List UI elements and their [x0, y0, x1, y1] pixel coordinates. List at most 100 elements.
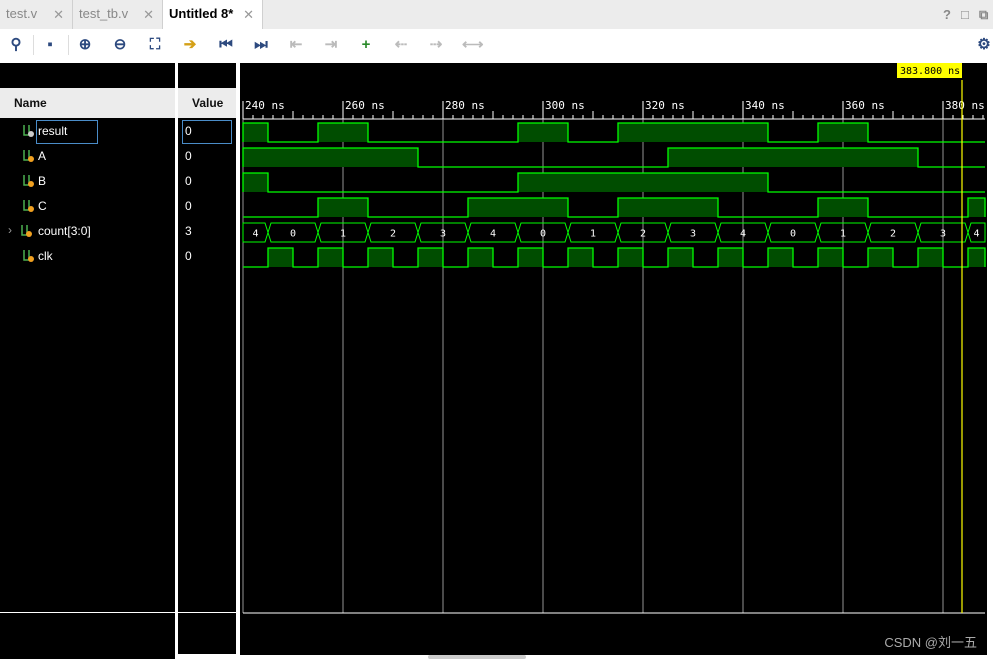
high-pulse	[868, 248, 893, 267]
signal-value: 0	[185, 174, 192, 188]
high-pulse	[243, 123, 268, 142]
ruler-label: 240 ns	[245, 99, 285, 112]
high-pulse	[818, 248, 843, 267]
waveform-count30: 4 0 1 2 3 4 0 1 2 3 4 0 1 2 3 4	[242, 222, 986, 243]
go-to-start-icon[interactable]: ⏮	[217, 36, 235, 54]
bus-signal-icon	[21, 224, 33, 238]
high-pulse	[318, 198, 368, 217]
zoom-in-icon[interactable]: ⊕	[76, 36, 94, 54]
divider	[68, 35, 69, 55]
signal-row-result[interactable]: result 0	[0, 119, 236, 144]
signal-value: 0	[185, 149, 192, 163]
high-pulse	[918, 248, 943, 267]
next-transition-icon[interactable]: ⇥	[322, 36, 340, 54]
ruler-label: 260 ns	[345, 99, 385, 112]
signal-value: 0	[185, 124, 192, 138]
zoom-out-icon[interactable]: ⊖	[111, 36, 129, 54]
signal-row-b[interactable]: B0	[0, 169, 236, 194]
signal-icon	[23, 124, 35, 138]
high-pulse	[243, 173, 268, 192]
waveform-canvas[interactable]: 240 ns 260 ns 280 ns 300 ns 320 ns 340 ns 360 …	[240, 63, 987, 655]
high-pulse	[418, 248, 443, 267]
ruler-label: 340 ns	[745, 99, 785, 112]
ruler-label: 300 ns	[545, 99, 585, 112]
bus-value-label: 4	[252, 229, 258, 240]
high-pulse	[968, 198, 985, 217]
waveform-clk	[243, 247, 986, 268]
ruler-label: 280 ns	[445, 99, 485, 112]
next-marker-icon[interactable]: ⇢	[427, 36, 445, 54]
swap-cursors-icon[interactable]: ⟷	[462, 36, 484, 54]
bus-value-label: 4	[973, 229, 979, 240]
divider	[33, 35, 34, 55]
bus-value-label: 1	[840, 229, 846, 240]
signal-icon	[23, 199, 35, 213]
signal-row-a[interactable]: A0	[0, 144, 236, 169]
signal-row-count30[interactable]: › count[3:0] 3	[0, 219, 236, 244]
close-icon[interactable]: ✕	[53, 7, 64, 23]
signal-row-c[interactable]: C0	[0, 194, 236, 219]
maximize-icon[interactable]: □	[961, 7, 969, 22]
close-icon[interactable]: ✕	[243, 7, 254, 23]
signal-value: 0	[185, 199, 192, 213]
high-pulse	[668, 148, 918, 167]
signal-icon	[23, 149, 35, 163]
bus-value-label: 1	[590, 229, 596, 240]
name-column-header[interactable]: Name	[0, 88, 175, 118]
high-pulse	[468, 248, 493, 267]
go-to-end-icon[interactable]: ⏭	[252, 36, 270, 54]
zoom-fit-icon[interactable]: ⛶	[146, 36, 164, 54]
bus-value-label: 3	[940, 229, 946, 240]
expand-chevron-icon[interactable]: ›	[8, 223, 12, 237]
high-pulse	[268, 248, 293, 267]
save-icon[interactable]: ▪	[41, 36, 59, 54]
value-column-header[interactable]: Value	[178, 88, 236, 118]
tab-label: test_tb.v	[79, 6, 129, 21]
high-pulse	[618, 198, 718, 217]
high-pulse	[768, 248, 793, 267]
horizontal-scrollbar[interactable]	[428, 655, 526, 659]
selection-box	[36, 120, 98, 144]
signal-name: C	[38, 199, 47, 213]
help-icon[interactable]: ?	[943, 7, 951, 22]
previous-transition-icon[interactable]: ⇤	[287, 36, 305, 54]
high-pulse	[518, 248, 543, 267]
tab-untitled-8[interactable]: Untitled 8* ✕	[163, 0, 263, 29]
bus-value-label: 2	[640, 229, 646, 240]
signal-name: clk	[38, 249, 53, 263]
search-icon[interactable]: ⚲	[7, 36, 25, 54]
ruler-label: 380 ns	[945, 99, 985, 112]
high-pulse	[318, 123, 368, 142]
tab-test-v[interactable]: test.v ✕	[0, 0, 73, 29]
signal-row-clk[interactable]: clk 0	[0, 244, 236, 269]
float-icon[interactable]: ⧉	[979, 7, 988, 23]
high-pulse	[318, 248, 343, 267]
waveform-toolbar: ⚲ ▪ ⊕ ⊖ ⛶ ➔ ⏮ ⏭ ⇤ ⇥ + ⇠ ⇢ ⟷ ⚙	[0, 29, 993, 62]
bus-value-label: 3	[440, 229, 446, 240]
previous-marker-icon[interactable]: ⇠	[392, 36, 410, 54]
high-pulse	[818, 123, 868, 142]
signal-icon	[23, 249, 35, 263]
bus-value-label: 3	[690, 229, 696, 240]
close-icon[interactable]: ✕	[143, 7, 154, 23]
high-pulse	[243, 148, 418, 167]
signal-name: count[3:0]	[38, 224, 91, 238]
settings-icon[interactable]: ⚙	[975, 36, 993, 54]
waveform-result	[242, 122, 985, 143]
signal-value: 0	[185, 249, 192, 263]
ruler-label: 320 ns	[645, 99, 685, 112]
waveform-c	[243, 197, 986, 218]
go-to-cursor-icon[interactable]: ➔	[181, 36, 199, 54]
high-pulse	[618, 123, 768, 142]
high-pulse	[818, 198, 868, 217]
high-pulse	[518, 173, 768, 192]
tab-test-tb-v[interactable]: test_tb.v ✕	[73, 0, 163, 29]
divider	[0, 612, 236, 613]
tab-label: Untitled 8*	[169, 6, 234, 21]
high-pulse	[518, 123, 568, 142]
waveform-b	[242, 172, 985, 193]
high-pulse	[618, 248, 643, 267]
add-marker-icon[interactable]: +	[357, 36, 375, 54]
high-pulse	[668, 248, 693, 267]
high-pulse	[568, 248, 593, 267]
